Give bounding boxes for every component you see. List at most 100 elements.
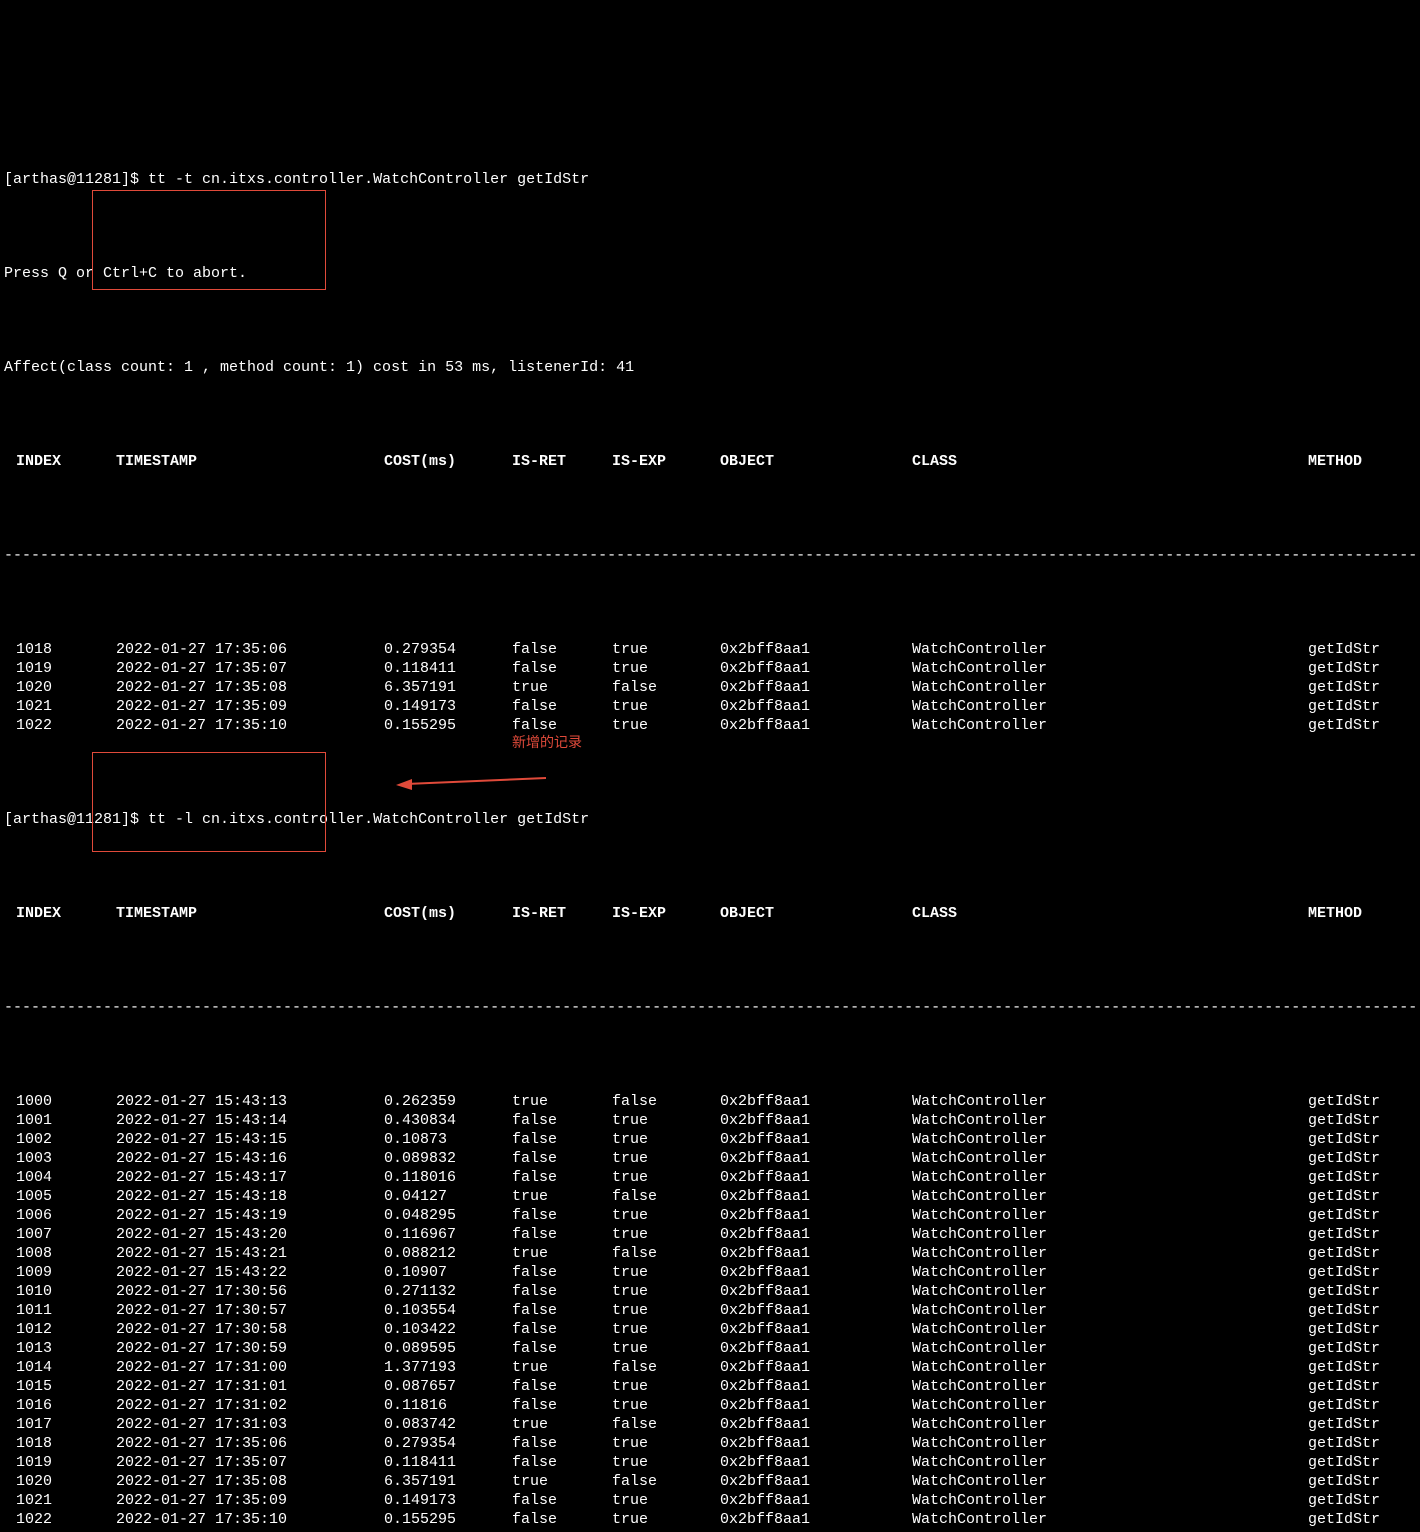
cell-class: WatchController [912, 698, 1308, 717]
cell-object: 0x2bff8aa1 [720, 1454, 912, 1473]
cell-object: 0x2bff8aa1 [720, 1473, 912, 1492]
cell-object: 0x2bff8aa1 [720, 1226, 912, 1245]
cell-class: WatchController [912, 1340, 1308, 1359]
cell-cost: 0.11816 [384, 1397, 512, 1416]
header-index: INDEX [4, 905, 116, 924]
cell-timestamp: 2022-01-27 15:43:20 [116, 1226, 384, 1245]
header-isexp: IS-EXP [612, 905, 720, 924]
cell-method: getIdStr [1308, 1321, 1380, 1340]
cell-isret: true [512, 1416, 612, 1435]
cell-index: 1018 [4, 641, 116, 660]
cell-class: WatchController [912, 1131, 1308, 1150]
cell-cost: 0.155295 [384, 717, 512, 736]
cell-class: WatchController [912, 1435, 1308, 1454]
cell-isret: true [512, 1188, 612, 1207]
cell-index: 1020 [4, 679, 116, 698]
table-row: 10142022-01-27 17:31:001.377193truefalse… [4, 1359, 1416, 1378]
cell-isexp: true [612, 1378, 720, 1397]
table-row: 10152022-01-27 17:31:010.087657falsetrue… [4, 1378, 1416, 1397]
table-row: 10112022-01-27 17:30:570.103554falsetrue… [4, 1302, 1416, 1321]
cell-method: getIdStr [1308, 1264, 1380, 1283]
cell-cost: 0.430834 [384, 1112, 512, 1131]
cell-object: 0x2bff8aa1 [720, 1397, 912, 1416]
table-row: 10082022-01-27 15:43:210.088212truefalse… [4, 1245, 1416, 1264]
cell-index: 1001 [4, 1112, 116, 1131]
cell-isexp: true [612, 1283, 720, 1302]
cell-isexp: true [612, 1169, 720, 1188]
cell-isexp: true [612, 698, 720, 717]
cell-method: getIdStr [1308, 1188, 1380, 1207]
cell-class: WatchController [912, 717, 1308, 736]
cell-index: 1005 [4, 1188, 116, 1207]
cell-cost: 6.357191 [384, 679, 512, 698]
cell-timestamp: 2022-01-27 17:35:10 [116, 717, 384, 736]
cell-index: 1019 [4, 1454, 116, 1473]
cell-cost: 1.377193 [384, 1359, 512, 1378]
cell-class: WatchController [912, 1245, 1308, 1264]
cell-method: getIdStr [1308, 1454, 1380, 1473]
cell-index: 1007 [4, 1226, 116, 1245]
table-row: 10162022-01-27 17:31:020.11816falsetrue0… [4, 1397, 1416, 1416]
cell-isret: false [512, 1454, 612, 1473]
table-row: 10202022-01-27 17:35:086.357191truefalse… [4, 679, 1416, 698]
table-row: 10192022-01-27 17:35:070.118411falsetrue… [4, 660, 1416, 679]
cell-index: 1015 [4, 1378, 116, 1397]
cell-object: 0x2bff8aa1 [720, 1093, 912, 1112]
header-index: INDEX [4, 453, 116, 472]
cell-cost: 0.10873 [384, 1131, 512, 1150]
cell-method: getIdStr [1308, 1397, 1380, 1416]
cell-class: WatchController [912, 1359, 1308, 1378]
cell-index: 1009 [4, 1264, 116, 1283]
cell-isexp: true [612, 1207, 720, 1226]
cell-class: WatchController [912, 1283, 1308, 1302]
cell-method: getIdStr [1308, 1302, 1380, 1321]
cell-method: getIdStr [1308, 660, 1380, 679]
cell-isret: false [512, 1321, 612, 1340]
cell-object: 0x2bff8aa1 [720, 1359, 912, 1378]
cell-timestamp: 2022-01-27 15:43:16 [116, 1150, 384, 1169]
cell-isret: false [512, 1112, 612, 1131]
header-object: OBJECT [720, 453, 912, 472]
cell-isexp: true [612, 1112, 720, 1131]
cell-class: WatchController [912, 1416, 1308, 1435]
table-row: 10032022-01-27 15:43:160.089832falsetrue… [4, 1150, 1416, 1169]
cell-cost: 0.149173 [384, 698, 512, 717]
cell-isexp: false [612, 679, 720, 698]
cell-cost: 0.103422 [384, 1321, 512, 1340]
cell-isret: true [512, 679, 612, 698]
cell-object: 0x2bff8aa1 [720, 641, 912, 660]
cell-object: 0x2bff8aa1 [720, 1188, 912, 1207]
table-row: 10182022-01-27 17:35:060.279354falsetrue… [4, 1435, 1416, 1454]
separator-line: ----------------------------------------… [4, 999, 1416, 1018]
cell-method: getIdStr [1308, 698, 1380, 717]
cell-class: WatchController [912, 1093, 1308, 1112]
cell-isret: false [512, 1150, 612, 1169]
cell-index: 1016 [4, 1397, 116, 1416]
cell-cost: 0.118016 [384, 1169, 512, 1188]
cell-class: WatchController [912, 660, 1308, 679]
cell-timestamp: 2022-01-27 15:43:22 [116, 1264, 384, 1283]
cell-isret: false [512, 1264, 612, 1283]
cell-isexp: true [612, 641, 720, 660]
table-row: 10072022-01-27 15:43:200.116967falsetrue… [4, 1226, 1416, 1245]
cell-isexp: false [612, 1359, 720, 1378]
terminal[interactable]: [arthas@11281]$ tt -t cn.itxs.controller… [0, 94, 1420, 1532]
cell-method: getIdStr [1308, 1435, 1380, 1454]
cell-class: WatchController [912, 1112, 1308, 1131]
header-isret: IS-RET [512, 453, 612, 472]
cell-index: 1008 [4, 1245, 116, 1264]
cell-class: WatchController [912, 1169, 1308, 1188]
cell-cost: 0.279354 [384, 1435, 512, 1454]
cell-class: WatchController [912, 1454, 1308, 1473]
cell-index: 1014 [4, 1359, 116, 1378]
cell-class: WatchController [912, 1321, 1308, 1340]
cell-cost: 0.048295 [384, 1207, 512, 1226]
cell-isexp: true [612, 1340, 720, 1359]
cell-method: getIdStr [1308, 1359, 1380, 1378]
cell-index: 1003 [4, 1150, 116, 1169]
table-row: 10122022-01-27 17:30:580.103422falsetrue… [4, 1321, 1416, 1340]
cell-object: 0x2bff8aa1 [720, 660, 912, 679]
annotation-arrow-icon [360, 753, 510, 773]
cell-isret: false [512, 1302, 612, 1321]
cell-isret: false [512, 660, 612, 679]
